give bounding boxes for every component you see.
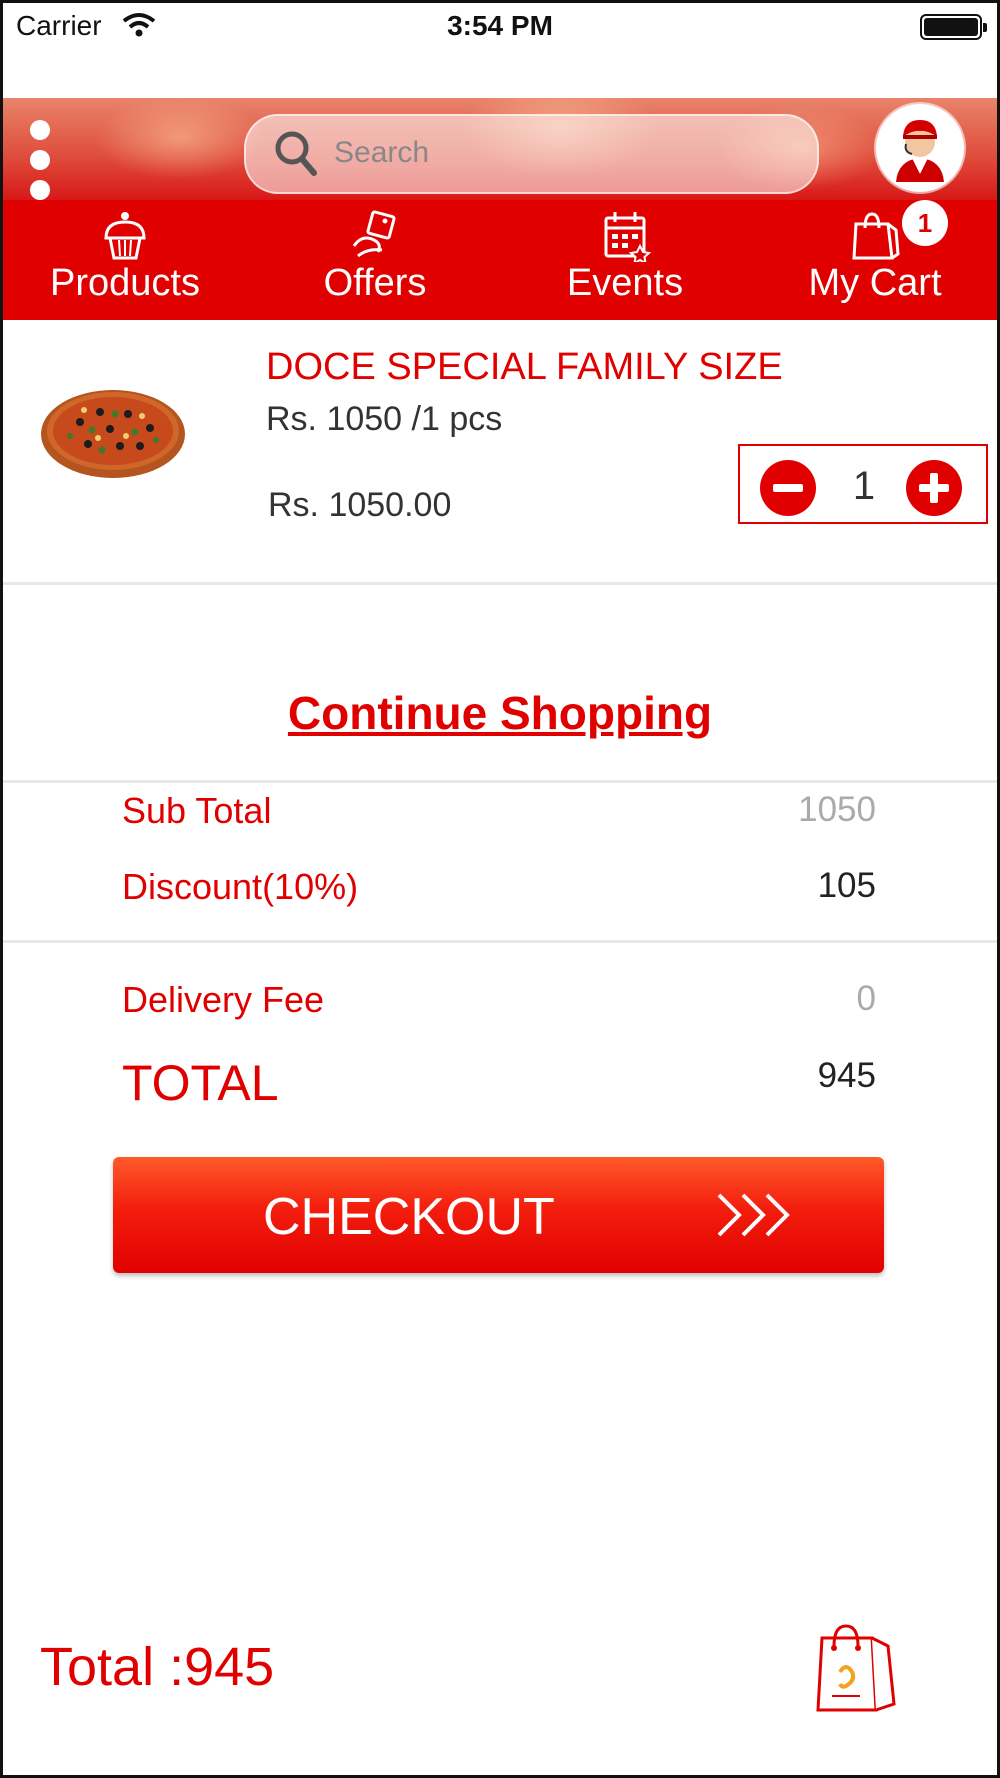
tab-my-cart[interactable]: 1 My Cart	[750, 200, 1000, 320]
footer-total: Total :945	[40, 1637, 275, 1697]
subtotal-value: 1050	[798, 790, 876, 829]
shopping-bag-icon	[852, 212, 900, 260]
divider	[0, 780, 1000, 783]
discount-value: 105	[817, 866, 876, 905]
app-header: Search	[0, 98, 1000, 200]
search-bar[interactable]: Search	[244, 114, 819, 194]
tab-events[interactable]: Events	[500, 200, 750, 320]
divider	[0, 940, 1000, 943]
tab-offers-label: Offers	[323, 262, 427, 304]
main-nav: Products Offers Events 1 My Cart	[0, 200, 1000, 320]
menu-icon[interactable]	[30, 120, 52, 210]
search-input[interactable]: Search	[334, 136, 429, 170]
status-bar: Carrier 3:54 PM	[0, 0, 1000, 56]
tab-events-label: Events	[566, 262, 684, 304]
pizza-image	[41, 390, 185, 478]
delivery-fee-label: Delivery Fee	[122, 979, 325, 1020]
total-value: 945	[817, 1056, 876, 1095]
continue-shopping-link[interactable]: Continue Shopping	[0, 686, 1000, 740]
discount-label: Discount(10%)	[122, 866, 359, 907]
delivery-fee-value: 0	[856, 979, 876, 1018]
quantity-stepper: 1	[738, 444, 988, 524]
profile-avatar[interactable]	[876, 104, 964, 192]
calendar-icon	[604, 212, 652, 262]
clock: 3:54 PM	[447, 10, 553, 41]
search-icon	[275, 131, 317, 176]
total-label: TOTAL	[122, 1055, 279, 1111]
product-unit-price: Rs. 1050 /1 pcs	[266, 400, 503, 438]
decrease-quantity-button[interactable]	[760, 460, 816, 516]
shopping-bag-icon[interactable]	[816, 1620, 898, 1716]
offer-tag-icon	[352, 210, 396, 258]
battery-icon	[920, 14, 987, 40]
cupcake-icon	[104, 212, 146, 260]
checkout-label: CHECKOUT	[263, 1188, 555, 1246]
chevrons-right-icon	[717, 1193, 790, 1237]
cart-count-badge: 1	[902, 200, 948, 246]
tab-offers[interactable]: Offers	[250, 200, 500, 320]
delivery-person-icon	[896, 120, 944, 182]
product-name: DOCE SPECIAL FAMILY SIZE	[266, 346, 783, 388]
subtotal-label: Sub Total	[122, 790, 272, 831]
increase-quantity-button[interactable]	[906, 460, 962, 516]
quantity-value: 1	[852, 464, 876, 508]
product-line-total: Rs. 1050.00	[268, 486, 452, 524]
tab-products[interactable]: Products	[0, 200, 250, 320]
divider	[0, 582, 1000, 585]
checkout-button[interactable]: CHECKOUT	[113, 1157, 884, 1273]
tab-my-cart-label: My Cart	[808, 262, 942, 304]
tab-products-label: Products	[50, 262, 200, 304]
cart-item: DOCE SPECIAL FAMILY SIZE Rs. 1050 /1 pcs…	[0, 322, 1000, 584]
